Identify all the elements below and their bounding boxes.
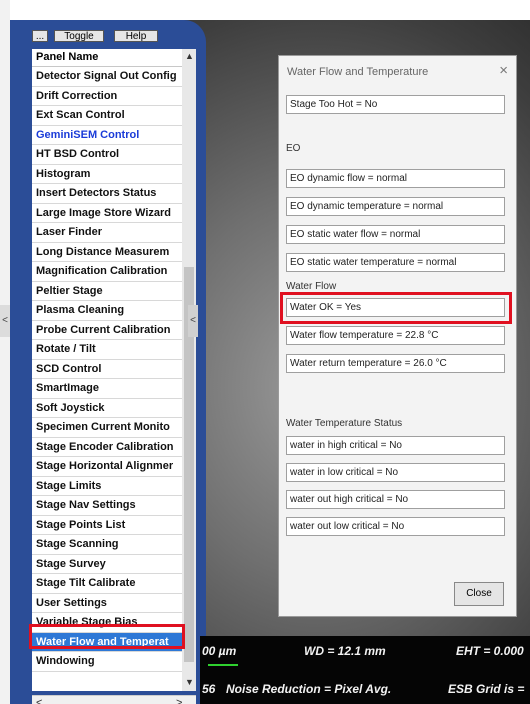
eo-static-water-flow-field: EO static water flow = normal — [286, 225, 505, 244]
status-fragment: 56 — [202, 682, 216, 696]
dialog-title: Water Flow and Temperature — [287, 66, 429, 78]
water-flow-dialog: Water Flow and Temperature × Stage Too H… — [278, 55, 517, 617]
list-item[interactable]: Drift Correction — [32, 87, 182, 106]
water-return-temperature-field: Water return temperature = 26.0 °C — [286, 354, 505, 373]
list-item-geminisem-control[interactable]: GeminiSEM Control — [32, 126, 182, 145]
esb-grid-readout: ESB Grid is = — [448, 682, 525, 696]
water-flow-temperature-field: Water flow temperature = 22.8 °C — [286, 326, 505, 345]
eht-readout: EHT = 0.000 — [456, 644, 524, 658]
eo-section-label: EO — [286, 143, 301, 154]
collapse-panel-chevron-icon[interactable]: < — [188, 305, 198, 337]
list-item[interactable]: Soft Joystick — [32, 399, 182, 418]
scroll-up-icon[interactable]: ▲ — [185, 51, 194, 61]
wd-readout: WD = 12.1 mm — [304, 644, 386, 658]
list-item[interactable]: Magnification Calibration — [32, 262, 182, 282]
list-item[interactable]: Laser Finder — [32, 223, 182, 243]
close-icon[interactable]: × — [499, 62, 508, 79]
water-in-high-critical-field: water in high critical = No — [286, 436, 505, 455]
list-vertical-scrollbar[interactable]: ▲ ▼ — [182, 49, 196, 691]
panel-list: Panel Name Detector Signal Out Config Dr… — [32, 49, 182, 691]
list-item[interactable]: SmartImage — [32, 379, 182, 399]
list-item[interactable]: Stage Tilt Calibrate — [32, 574, 182, 594]
list-item[interactable]: Rotate / Tilt — [32, 340, 182, 360]
annotation-highlight-box — [280, 292, 512, 324]
list-item[interactable]: Peltier Stage — [32, 282, 182, 301]
scroll-right-icon[interactable]: > — [176, 697, 182, 704]
panel-toolbar: ... Toggle Help — [32, 30, 200, 42]
water-out-low-critical-field: water out low critical = No — [286, 517, 505, 536]
list-item[interactable]: Windowing — [32, 652, 182, 672]
scale-readout: 00 µm — [202, 644, 237, 658]
close-button[interactable]: Close — [454, 582, 504, 606]
eo-static-water-temperature-field: EO static water temperature = normal — [286, 253, 505, 272]
collapse-left-chevron-icon[interactable]: < — [0, 305, 10, 337]
list-item[interactable]: Stage Survey — [32, 555, 182, 574]
eo-dynamic-temperature-field: EO dynamic temperature = normal — [286, 197, 505, 216]
list-item[interactable]: Detector Signal Out Config — [32, 67, 182, 87]
list-item[interactable]: Ext Scan Control — [32, 106, 182, 126]
scroll-down-icon[interactable]: ▼ — [185, 677, 194, 687]
left-edge-strip — [0, 0, 10, 704]
list-item[interactable]: Stage Encoder Calibration — [32, 438, 182, 457]
list-item[interactable]: Plasma Cleaning — [32, 301, 182, 321]
noise-reduction-readout: Noise Reduction = Pixel Avg. — [226, 682, 392, 696]
help-button[interactable]: Help — [114, 30, 158, 42]
scroll-left-icon[interactable]: < — [36, 697, 42, 704]
list-item[interactable]: Stage Nav Settings — [32, 496, 182, 516]
list-horizontal-scrollbar[interactable]: < > — [32, 695, 196, 704]
list-item[interactable]: Insert Detectors Status — [32, 184, 182, 204]
water-temperature-status-label: Water Temperature Status — [286, 418, 403, 429]
water-in-low-critical-field: water in low critical = No — [286, 463, 505, 482]
list-item[interactable]: SCD Control — [32, 360, 182, 379]
list-item[interactable]: Histogram — [32, 165, 182, 184]
list-item[interactable]: Specimen Current Monito — [32, 418, 182, 438]
panel-selector: ... Toggle Help Panel Name Detector Sign… — [10, 20, 206, 704]
eo-dynamic-flow-field: EO dynamic flow = normal — [286, 169, 505, 188]
sem-status-bar: 00 µm WD = 12.1 mm EHT = 0.000 56 Noise … — [200, 636, 530, 704]
water-flow-section-label: Water Flow — [286, 281, 337, 292]
list-item[interactable]: Large Image Store Wizard — [32, 204, 182, 223]
list-item[interactable]: User Settings — [32, 594, 182, 613]
top-strip — [0, 0, 530, 20]
annotation-highlight-box — [29, 624, 185, 649]
panel-list-header[interactable]: Panel Name — [32, 49, 182, 67]
list-item[interactable]: Stage Limits — [32, 477, 182, 496]
list-item[interactable]: Stage Horizontal Alignmer — [32, 457, 182, 477]
list-item[interactable]: Probe Current Calibration — [32, 321, 182, 340]
dots-button[interactable]: ... — [32, 30, 48, 42]
toggle-button[interactable]: Toggle — [54, 30, 104, 42]
list-item[interactable]: Stage Scanning — [32, 535, 182, 555]
list-item[interactable]: HT BSD Control — [32, 145, 182, 165]
list-item[interactable]: Long Distance Measurem — [32, 243, 182, 262]
stage-too-hot-field: Stage Too Hot = No — [286, 95, 505, 114]
list-item[interactable]: Stage Points List — [32, 516, 182, 535]
water-out-high-critical-field: water out high critical = No — [286, 490, 505, 509]
scale-bar — [208, 664, 238, 666]
